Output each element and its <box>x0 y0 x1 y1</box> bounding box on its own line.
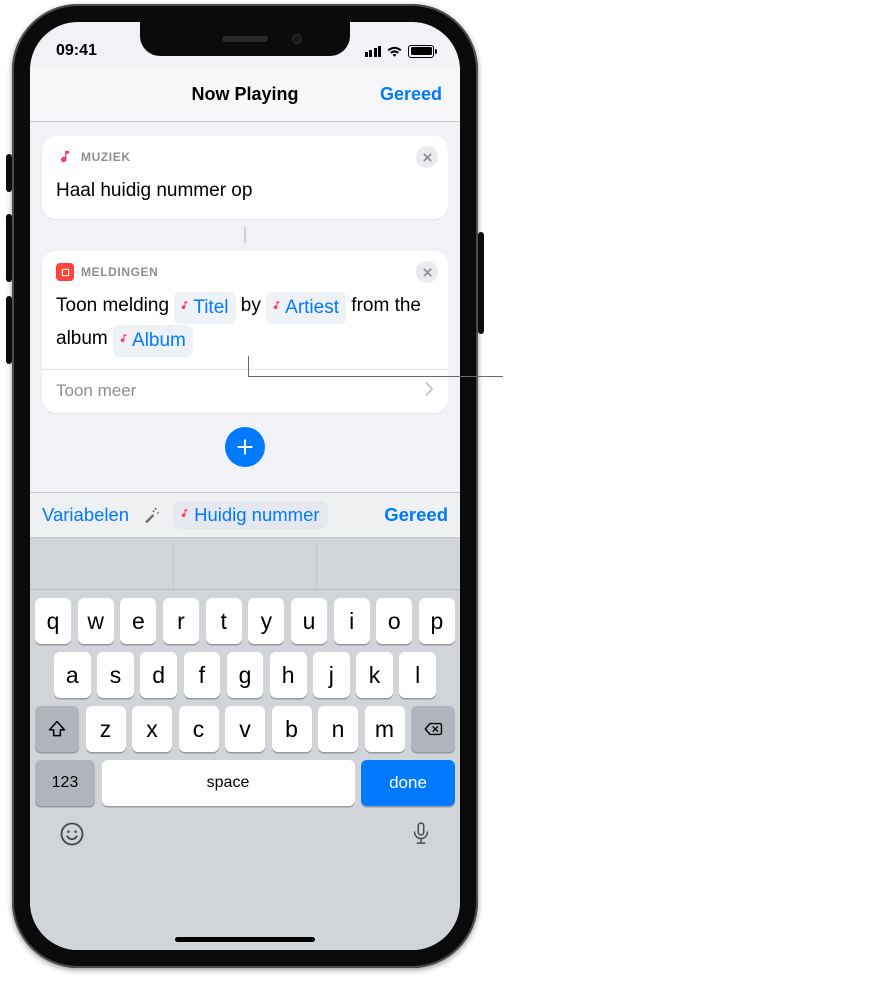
music-note-icon <box>118 330 129 350</box>
mute-switch <box>6 154 12 192</box>
key-t[interactable]: t <box>206 598 242 644</box>
text-prefix: Toon melding <box>56 295 169 316</box>
varbar-done-button[interactable]: Gereed <box>384 504 448 526</box>
page-title: Now Playing <box>191 84 298 105</box>
action-card-notification[interactable]: MELDINGEN Toon melding Titel by Artiest <box>42 251 448 413</box>
variable-title[interactable]: Titel <box>174 292 235 324</box>
screen: 09:41 Now Playing Gereed MUZIEK <box>30 22 460 950</box>
music-note-icon <box>179 508 190 522</box>
emoji-key[interactable] <box>58 820 86 853</box>
key-r[interactable]: r <box>163 598 199 644</box>
status-icons <box>365 45 435 58</box>
key-u[interactable]: u <box>291 598 327 644</box>
key-c[interactable]: c <box>179 706 219 752</box>
keyboard-footer <box>30 806 460 853</box>
key-row-1: qwertyuiop <box>30 590 460 644</box>
front-camera <box>292 34 302 44</box>
volume-down-button <box>6 296 12 364</box>
remove-action-button[interactable] <box>416 146 438 168</box>
variable-album[interactable]: Album <box>113 325 193 357</box>
key-i[interactable]: i <box>334 598 370 644</box>
variable-bar: Variabelen Huidig nummer Gereed <box>30 492 460 538</box>
keyboard: qwertyuiop asdfghjkl zxcvbnm 123 space d… <box>30 538 460 950</box>
key-b[interactable]: b <box>272 706 312 752</box>
variable-chip-current-song[interactable]: Huidig nummer <box>173 501 327 529</box>
notch <box>140 22 350 56</box>
card-app-label: MELDINGEN <box>81 265 158 279</box>
key-row-3: zxcvbnm <box>30 698 460 752</box>
wifi-icon <box>386 45 403 58</box>
text-by: by <box>241 295 261 316</box>
cellular-icon <box>365 46 382 57</box>
battery-icon <box>408 45 434 58</box>
key-f[interactable]: f <box>184 652 221 698</box>
keyboard-done-key[interactable]: done <box>361 760 455 806</box>
add-action-button[interactable] <box>225 427 265 467</box>
key-w[interactable]: w <box>78 598 114 644</box>
key-h[interactable]: h <box>270 652 307 698</box>
key-s[interactable]: s <box>97 652 134 698</box>
key-d[interactable]: d <box>140 652 177 698</box>
card-app-label: MUZIEK <box>81 150 131 164</box>
key-l[interactable]: l <box>399 652 436 698</box>
home-indicator[interactable] <box>175 937 315 942</box>
key-k[interactable]: k <box>356 652 393 698</box>
nav-header: Now Playing Gereed <box>30 68 460 122</box>
status-time: 09:41 <box>56 42 97 60</box>
key-x[interactable]: x <box>132 706 172 752</box>
chevron-right-icon <box>425 381 434 401</box>
key-a[interactable]: a <box>54 652 91 698</box>
space-key[interactable]: space <box>102 760 355 806</box>
key-m[interactable]: m <box>365 706 405 752</box>
numbers-key[interactable]: 123 <box>35 760 95 806</box>
volume-up-button <box>6 214 12 282</box>
key-n[interactable]: n <box>318 706 358 752</box>
music-note-icon <box>271 297 282 317</box>
callout-line <box>248 376 503 377</box>
key-e[interactable]: e <box>120 598 156 644</box>
key-j[interactable]: j <box>313 652 350 698</box>
action-description: Toon melding Titel by Artiest from the a… <box>56 291 434 357</box>
key-y[interactable]: y <box>248 598 284 644</box>
variable-artist[interactable]: Artiest <box>266 292 346 324</box>
iphone-frame: 09:41 Now Playing Gereed MUZIEK <box>12 4 478 968</box>
notifications-app-icon <box>56 263 74 281</box>
speaker-grille <box>222 36 268 42</box>
remove-action-button[interactable] <box>416 261 438 283</box>
key-row-2: asdfghjkl <box>30 644 460 698</box>
key-o[interactable]: o <box>376 598 412 644</box>
power-button <box>478 232 484 334</box>
dictation-key[interactable] <box>410 820 432 853</box>
key-q[interactable]: q <box>35 598 71 644</box>
key-g[interactable]: g <box>227 652 264 698</box>
music-note-icon <box>179 297 190 317</box>
key-v[interactable]: v <box>225 706 265 752</box>
variables-button[interactable]: Variabelen <box>42 504 129 526</box>
action-title: Haal huidig nummer op <box>56 176 434 205</box>
shift-key[interactable] <box>35 706 79 752</box>
key-row-bottom: 123 space done <box>30 752 460 806</box>
key-p[interactable]: p <box>419 598 455 644</box>
action-connector <box>244 227 246 243</box>
magic-wand-button[interactable] <box>141 505 161 525</box>
show-more-label: Toon meer <box>56 381 136 401</box>
nav-done-button[interactable]: Gereed <box>380 84 442 105</box>
predictive-bar[interactable] <box>30 544 460 590</box>
key-z[interactable]: z <box>86 706 126 752</box>
action-card-music[interactable]: MUZIEK Haal huidig nummer op <box>42 136 448 219</box>
music-app-icon <box>56 148 74 166</box>
backspace-key[interactable] <box>411 706 455 752</box>
